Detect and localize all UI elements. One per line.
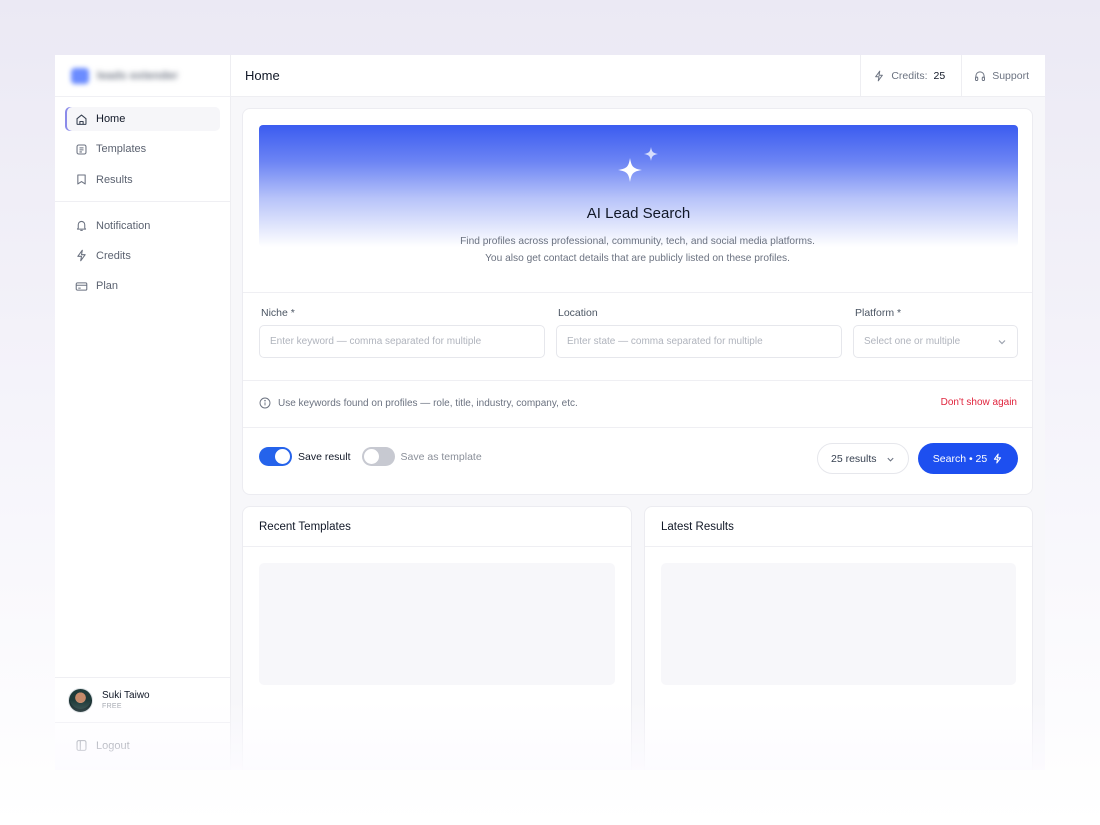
avatar bbox=[68, 687, 93, 713]
home-icon bbox=[76, 114, 87, 125]
recent-templates-panel: Recent Templates bbox=[242, 506, 632, 770]
sidebar-item-label: Home bbox=[96, 113, 126, 125]
hero-description: Find profiles across professional, commu… bbox=[243, 233, 1032, 267]
location-field[interactable] bbox=[556, 325, 842, 358]
lightning-icon bbox=[875, 70, 884, 81]
hero-description-line: Find profiles across professional, commu… bbox=[460, 236, 815, 247]
hero-banner: AI Lead Search bbox=[259, 125, 1018, 247]
sidebar: leads extender Home Templates Results No… bbox=[55, 55, 231, 770]
save-template-toggle[interactable] bbox=[361, 447, 395, 466]
top-header: Home Credits: 25 Support bbox=[231, 55, 1045, 97]
toggle-knob bbox=[363, 449, 379, 464]
lightning-icon bbox=[994, 453, 1002, 464]
sidebar-item-credits[interactable]: Credits bbox=[65, 244, 220, 268]
latest-results-panel: Latest Results bbox=[644, 506, 1033, 770]
sidebar-item-label: Notification bbox=[96, 219, 151, 232]
results-count-select[interactable]: 25 results bbox=[817, 443, 909, 474]
save-template-label: Save as template bbox=[400, 450, 482, 463]
support-button[interactable]: Support bbox=[961, 55, 1045, 97]
brand-name: leads extender bbox=[97, 69, 179, 82]
loading-placeholder bbox=[259, 563, 615, 685]
lead-search-card: AI Lead Search Find profiles across prof… bbox=[242, 108, 1033, 495]
location-input[interactable] bbox=[567, 336, 841, 347]
document-icon bbox=[76, 144, 87, 155]
app-window: leads extender Home Templates Results No… bbox=[55, 55, 1045, 770]
location-label: Location bbox=[558, 307, 598, 319]
save-options: Save result Save as template bbox=[259, 447, 482, 466]
page-title: Home bbox=[245, 68, 280, 83]
section-divider bbox=[243, 292, 1032, 293]
user-profile[interactable]: Suki Taiwo FREE bbox=[55, 677, 230, 723]
brand[interactable]: leads extender bbox=[55, 55, 230, 97]
lightning-icon bbox=[77, 250, 86, 262]
panel-title: Latest Results bbox=[645, 507, 1032, 547]
user-plan-badge: FREE bbox=[102, 703, 122, 710]
logout-label: Logout bbox=[96, 739, 130, 752]
platform-placeholder: Select one or multiple bbox=[864, 336, 961, 347]
platform-select[interactable]: Select one or multiple bbox=[853, 325, 1018, 358]
credits-label: Credits: bbox=[891, 69, 928, 82]
hero-description-line: You also get contact details that are pu… bbox=[485, 253, 790, 264]
dont-show-again-link[interactable]: Don't show again bbox=[941, 397, 1017, 408]
bell-icon bbox=[76, 221, 87, 231]
platform-label: Platform * bbox=[855, 307, 902, 319]
chevron-down-icon bbox=[887, 457, 894, 462]
save-result-label: Save result bbox=[298, 450, 351, 463]
results-count-value: 25 results bbox=[831, 452, 877, 465]
bookmark-icon bbox=[77, 174, 86, 185]
info-icon bbox=[259, 397, 271, 409]
logout-icon bbox=[76, 740, 87, 751]
user-name: Suki Taiwo bbox=[102, 690, 150, 701]
sidebar-item-notification[interactable]: Notification bbox=[65, 214, 220, 238]
niche-field[interactable] bbox=[259, 325, 545, 358]
support-label: Support bbox=[992, 69, 1029, 82]
credits-value: 25 bbox=[933, 69, 946, 82]
sidebar-item-label: Results bbox=[96, 173, 133, 186]
sidebar-item-templates[interactable]: Templates bbox=[65, 137, 220, 161]
sidebar-item-label: Credits bbox=[96, 249, 131, 262]
credits-button[interactable]: Credits: 25 bbox=[860, 55, 961, 97]
brand-logo bbox=[71, 67, 89, 84]
tip-text: Use keywords found on profiles — role, t… bbox=[278, 397, 578, 409]
toggle-knob bbox=[275, 449, 290, 464]
niche-input[interactable] bbox=[270, 336, 544, 347]
loading-placeholder bbox=[661, 563, 1016, 685]
headphones-icon bbox=[975, 70, 986, 81]
sidebar-nav: Home Templates Results Notification Cred… bbox=[55, 97, 230, 298]
hero-title: AI Lead Search bbox=[586, 205, 691, 222]
chevron-down-icon bbox=[998, 340, 1006, 345]
sidebar-item-label: Templates bbox=[96, 143, 147, 156]
sidebar-item-home[interactable]: Home bbox=[65, 107, 220, 131]
search-button-label: Search • 25 bbox=[932, 452, 988, 465]
sparkle-icon bbox=[618, 147, 658, 182]
panel-title: Recent Templates bbox=[243, 507, 631, 547]
section-divider bbox=[243, 380, 1032, 381]
credit-card-icon bbox=[75, 282, 88, 291]
sidebar-item-plan[interactable]: Plan bbox=[65, 274, 220, 298]
niche-label: Niche * bbox=[261, 307, 295, 319]
main-content: AI Lead Search Find profiles across prof… bbox=[231, 97, 1045, 770]
sidebar-divider bbox=[55, 200, 230, 202]
logout-button[interactable]: Logout bbox=[75, 739, 130, 752]
save-result-toggle[interactable] bbox=[259, 447, 292, 466]
sidebar-item-results[interactable]: Results bbox=[65, 168, 220, 192]
search-button[interactable]: Search • 25 bbox=[918, 443, 1018, 474]
section-divider bbox=[243, 427, 1032, 428]
sidebar-item-label: Plan bbox=[96, 280, 119, 293]
keyword-tip: Use keywords found on profiles — role, t… bbox=[259, 397, 578, 409]
